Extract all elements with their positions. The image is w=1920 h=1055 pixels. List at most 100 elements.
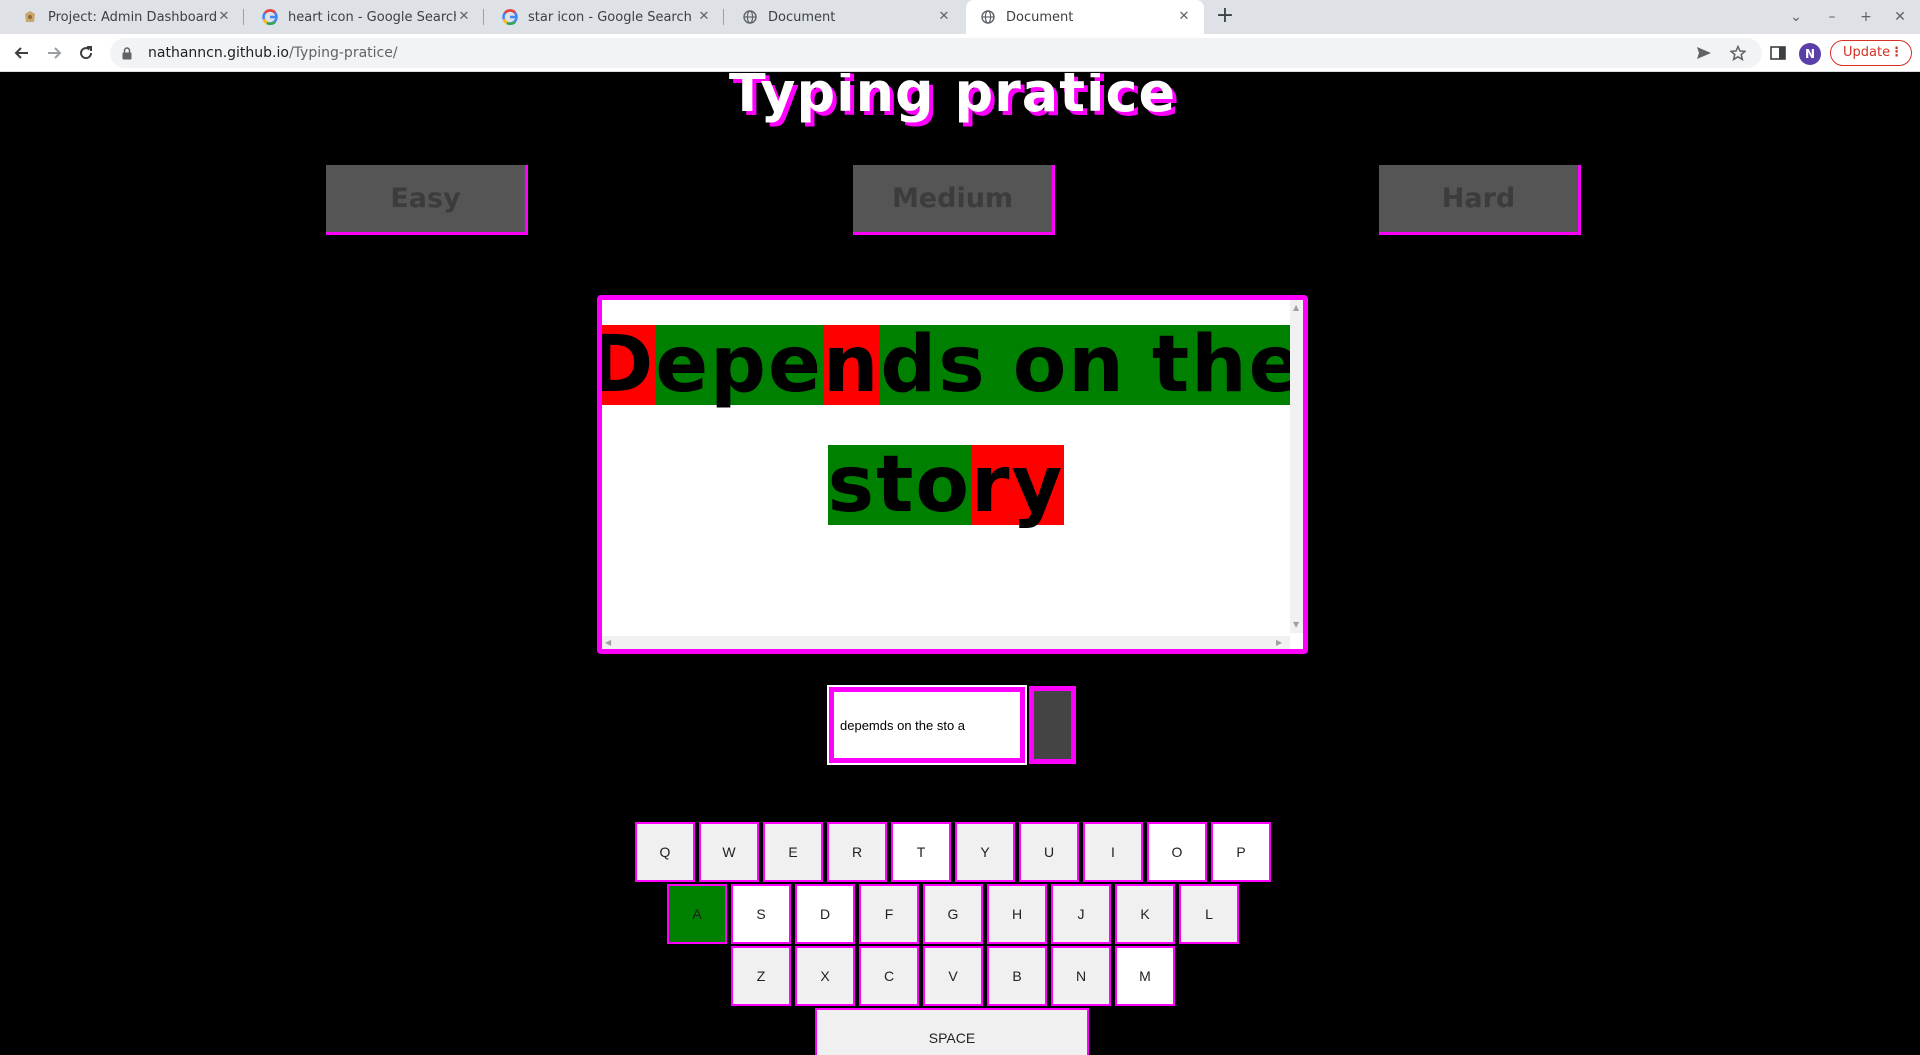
text-char: y bbox=[1011, 440, 1065, 530]
close-icon[interactable]: ✕ bbox=[216, 9, 232, 25]
key-u[interactable]: U bbox=[1019, 822, 1079, 882]
reload-button[interactable] bbox=[74, 41, 98, 65]
url-path: /Typing-pratice/ bbox=[288, 45, 398, 61]
text-char: n bbox=[1068, 320, 1126, 410]
scroll-up-icon[interactable]: ▲ bbox=[1293, 303, 1299, 313]
close-icon[interactable]: ✕ bbox=[1176, 9, 1192, 25]
google-icon bbox=[502, 9, 518, 25]
tab-document-1[interactable]: Document ✕ bbox=[728, 0, 964, 34]
update-button[interactable]: Update ⋮ bbox=[1830, 40, 1912, 66]
key-j[interactable]: J bbox=[1051, 884, 1111, 944]
tab-title: Document bbox=[1006, 9, 1074, 25]
key-t[interactable]: T bbox=[891, 822, 951, 882]
key-w[interactable]: W bbox=[699, 822, 759, 882]
key-b[interactable]: B bbox=[987, 946, 1047, 1006]
key-z[interactable]: Z bbox=[731, 946, 791, 1006]
vertical-scrollbar[interactable]: ▲ ▼ bbox=[1290, 300, 1303, 633]
key-e[interactable]: E bbox=[763, 822, 823, 882]
close-window-icon[interactable]: ✕ bbox=[1890, 7, 1910, 27]
scroll-right-icon[interactable]: ▶ bbox=[1276, 638, 1282, 648]
back-button[interactable] bbox=[10, 41, 34, 65]
tab-title: Document bbox=[768, 9, 836, 25]
new-tab-button[interactable]: + bbox=[1212, 5, 1238, 29]
page-title: Typing pratice bbox=[728, 73, 1177, 124]
typing-input[interactable] bbox=[827, 685, 1027, 765]
key-q[interactable]: Q bbox=[635, 822, 695, 882]
text-char: r bbox=[971, 440, 1012, 530]
target-text: Depends on the story bbox=[602, 300, 1303, 633]
forward-arrow-icon bbox=[48, 47, 62, 59]
scroll-left-icon[interactable]: ◀ bbox=[605, 638, 611, 648]
easy-button[interactable]: Easy bbox=[326, 165, 528, 235]
key-m[interactable]: M bbox=[1115, 946, 1175, 1006]
key-i[interactable]: I bbox=[1083, 822, 1143, 882]
key-y[interactable]: Y bbox=[955, 822, 1015, 882]
tab-star-icon-search[interactable]: star icon - Google Search ✕ bbox=[488, 0, 724, 34]
key-x[interactable]: X bbox=[795, 946, 855, 1006]
maximize-icon[interactable]: + bbox=[1856, 7, 1876, 27]
close-icon[interactable]: ✕ bbox=[936, 9, 952, 25]
reload-icon bbox=[80, 46, 93, 60]
key-d[interactable]: D bbox=[795, 884, 855, 944]
back-arrow-icon bbox=[14, 47, 28, 59]
key-space[interactable]: SPACE bbox=[815, 1008, 1089, 1055]
text-char: t bbox=[876, 440, 916, 530]
horizontal-scrollbar[interactable]: ◀ ▶ bbox=[602, 636, 1290, 649]
tab-search-chevron-icon[interactable]: ⌄ bbox=[1786, 7, 1806, 27]
key-p[interactable]: P bbox=[1211, 822, 1271, 882]
key-c[interactable]: C bbox=[859, 946, 919, 1006]
share-icon[interactable] bbox=[1694, 43, 1714, 63]
google-icon bbox=[262, 9, 278, 25]
close-icon[interactable]: ✕ bbox=[696, 9, 712, 25]
page-viewport: Typing pratice Easy Medium Hard Depends … bbox=[0, 73, 1905, 1055]
scroll-down-icon[interactable]: ▼ bbox=[1293, 620, 1299, 630]
forward-button[interactable] bbox=[42, 41, 66, 65]
text-line: Depends on the bbox=[602, 320, 1303, 410]
url-host: nathanncn.github.io bbox=[148, 45, 289, 61]
key-g[interactable]: G bbox=[923, 884, 983, 944]
address-bar[interactable]: nathanncn.github.io/Typing-pratice/ bbox=[110, 38, 1762, 68]
text-char: n bbox=[822, 320, 881, 410]
globe-icon bbox=[980, 9, 996, 25]
tab-document-active[interactable]: Document ✕ bbox=[966, 0, 1204, 34]
text-char: s bbox=[827, 440, 877, 530]
side-panel-icon[interactable] bbox=[1768, 43, 1788, 63]
browser-toolbar: nathanncn.github.io/Typing-pratice/ N Up… bbox=[0, 34, 1920, 72]
key-n[interactable]: N bbox=[1051, 946, 1111, 1006]
text-char: t bbox=[1151, 320, 1192, 410]
key-r[interactable]: R bbox=[827, 822, 887, 882]
text-char bbox=[1125, 325, 1152, 405]
text-char: o bbox=[915, 440, 971, 530]
key-k[interactable]: K bbox=[1115, 884, 1175, 944]
text-char: D bbox=[602, 325, 656, 405]
key-l[interactable]: L bbox=[1179, 884, 1239, 944]
odin-icon bbox=[22, 9, 38, 25]
text-char: s bbox=[938, 320, 987, 410]
text-char bbox=[986, 325, 1013, 405]
key-v[interactable]: V bbox=[923, 946, 983, 1006]
key-a[interactable]: A bbox=[667, 884, 727, 944]
close-icon[interactable]: ✕ bbox=[456, 9, 472, 25]
key-o[interactable]: O bbox=[1147, 822, 1207, 882]
text-line: story bbox=[602, 445, 1290, 525]
tab-strip: Project: Admin Dashboard | Th ✕ heart ic… bbox=[0, 0, 1920, 34]
tab-title: heart icon - Google Search bbox=[288, 9, 456, 25]
key-s[interactable]: S bbox=[731, 884, 791, 944]
tab-title: star icon - Google Search bbox=[528, 9, 692, 25]
submit-button[interactable] bbox=[1029, 686, 1076, 764]
key-h[interactable]: H bbox=[987, 884, 1047, 944]
text-char: h bbox=[1191, 320, 1249, 410]
minimize-icon[interactable]: – bbox=[1822, 7, 1842, 27]
tab-admin-dashboard[interactable]: Project: Admin Dashboard | Th ✕ bbox=[8, 0, 244, 34]
hard-button[interactable]: Hard bbox=[1379, 165, 1581, 235]
tab-heart-icon-search[interactable]: heart icon - Google Search ✕ bbox=[248, 0, 484, 34]
update-label: Update bbox=[1843, 45, 1891, 60]
lock-icon bbox=[122, 46, 134, 60]
more-vert-icon: ⋮ bbox=[1890, 45, 1903, 60]
text-char: e bbox=[655, 320, 711, 410]
target-text-box: Depends on the story ▲ ▼ ◀ ▶ bbox=[597, 295, 1308, 654]
profile-avatar[interactable]: N bbox=[1799, 43, 1821, 65]
bookmark-star-icon[interactable] bbox=[1728, 43, 1748, 63]
key-f[interactable]: F bbox=[859, 884, 919, 944]
medium-button[interactable]: Medium bbox=[853, 165, 1055, 235]
